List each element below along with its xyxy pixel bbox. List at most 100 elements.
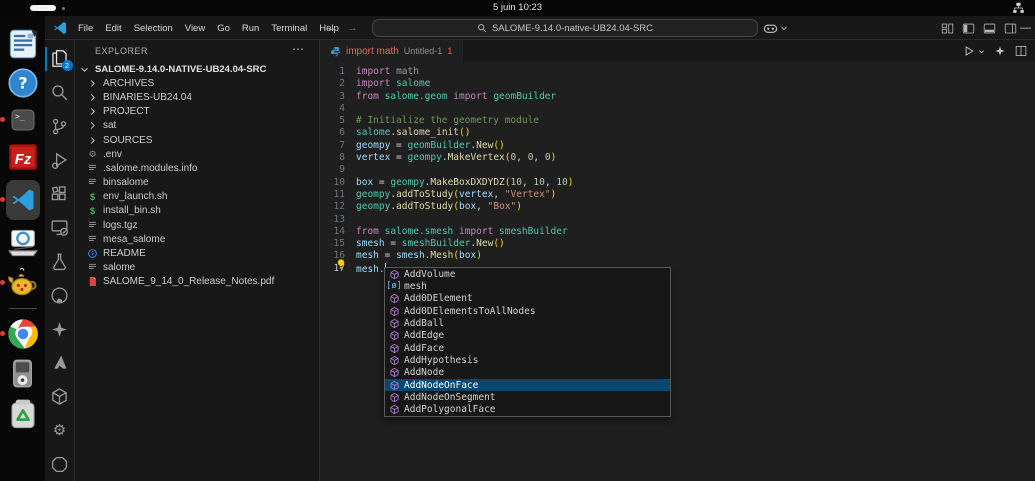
suggest-item-AddEdge[interactable]: AddEdge [385,330,670,342]
menu-selection[interactable]: Selection [128,20,179,37]
suggest-item-AddNode[interactable]: AddNode [385,367,670,379]
toggle-secondary-sidebar-icon[interactable] [1004,22,1017,35]
activity-azure-icon[interactable] [45,346,75,380]
tree-file-mesa_salome[interactable]: mesa_salome [75,232,319,246]
tab-untitled-1[interactable]: import math Untitled-1 1 [320,40,464,62]
menu-go[interactable]: Go [211,20,236,37]
system-clock[interactable]: 5 juin 10:23 [0,2,1035,13]
tree-folder-BINARIES-UB24.04[interactable]: BINARIES-UB24.04 [75,90,319,104]
activity-explorer-icon[interactable]: 2 [44,42,75,76]
tree-file-binsalome[interactable]: binsalome [75,176,319,190]
dock-media-player-icon[interactable] [6,358,40,389]
suggest-item-AddNodeOnSegment[interactable]: AddNodeOnSegment [385,391,670,403]
dock-help-icon[interactable]: ? [6,67,40,99]
nav-forward-icon[interactable]: → [347,22,358,34]
copilot-menu[interactable] [763,19,788,37]
code-line-16[interactable]: 16 mesh = smesh.Mesh(box) [320,250,1035,262]
dock-terminal-icon[interactable]: >_ [0,106,40,134]
toggle-sidebar-icon[interactable] [962,22,975,35]
code-line-7[interactable]: 7 geompy = geomBuilder.New() [320,140,1035,152]
code-line-6[interactable]: 6 salome.salome_init() [320,127,1035,139]
code-line-5[interactable]: 5 # Initialize the geometry module [320,115,1035,127]
suggest-item-AddNodeOnFace[interactable]: AddNodeOnFace [385,378,670,392]
tab-bar: import math Untitled-1 1 [320,40,1035,62]
lightbulb-icon[interactable] [335,258,347,270]
suggest-item-AddFace[interactable]: AddFace [385,342,670,354]
activity-copilot-icon[interactable] [45,312,75,346]
dock-trash-icon[interactable] [6,396,40,430]
activity-source-control-icon[interactable] [45,110,75,144]
tree-folder-SOURCES[interactable]: SOURCES [75,133,319,147]
code-line-3[interactable]: 3 from salome.geom import geomBuilder [320,91,1035,103]
tree-file-README[interactable]: README [75,246,319,260]
run-python-icon[interactable] [963,45,975,57]
suggest-item-Add0DElement[interactable]: Add0DElement [385,293,670,305]
activity-testing-icon[interactable] [45,245,75,279]
nav-back-icon[interactable]: ← [327,22,338,34]
dock-libreoffice-writer-icon[interactable] [6,28,40,60]
explorer-title: EXPLORER [95,46,149,56]
code-line-2[interactable]: 2 import salome [320,78,1035,90]
window-minimize-button[interactable]: — [1020,16,1031,40]
code-line-14[interactable]: 14 from salome.smesh import smeshBuilder [320,226,1035,238]
code-line-10[interactable]: 10 box = geompy.MakeBoxDXDYDZ(10, 10, 10) [320,177,1035,189]
tree-folder-sat[interactable]: sat [75,119,319,133]
code-line-13[interactable]: 13 [320,214,1035,226]
code-line-1[interactable]: 1 import math [320,66,1035,78]
activity-octagon-icon[interactable] [45,447,75,481]
suggest-item-AddHypothesis[interactable]: AddHypothesis [385,354,670,366]
menu-view[interactable]: View [179,20,211,37]
tree-file-env_launch.sh[interactable]: $ env_launch.sh [75,190,319,204]
tree-file-SALOME_9_14_0_Release_Notes.pdf[interactable]: SALOME_9_14_0_Release_Notes.pdf [75,275,319,289]
split-editor-icon[interactable] [1015,45,1027,57]
activity-gear-icon[interactable]: ⚙ [45,413,75,447]
dock-filezilla-icon[interactable]: Fz [6,141,40,173]
dock-cad-viewer-icon[interactable] [6,227,40,259]
activity-cube-icon[interactable] [45,380,75,414]
explorer-sidebar: EXPLORER ⋯ SALOME-9.14.0-NATIVE-UB24.04-… [75,40,320,481]
toggle-panel-icon[interactable] [983,22,996,35]
tree-folder-ARCHIVES[interactable]: ARCHIVES [75,76,319,90]
menu-terminal[interactable]: Terminal [265,20,313,37]
code-line-15[interactable]: 15 smesh = smeshBuilder.New() [320,238,1035,250]
suggest-label: AddNodeOnSegment [404,391,496,403]
activity-remote-explorer-icon[interactable] [45,211,75,245]
dock-teapot-app-icon[interactable] [0,266,40,299]
tree-file-install_bin.sh[interactable]: $ install_bin.sh [75,204,319,218]
code-line-11[interactable]: 11 geompy.addToStudy(vertex, "Vertex") [320,189,1035,201]
suggest-item-mesh[interactable]: [ø] mesh [385,280,670,292]
activity-search-icon[interactable] [45,76,75,110]
dock-chrome-icon[interactable] [0,317,40,351]
shell-file-icon: $ [89,191,95,202]
suggest-item-AddVolume[interactable]: AddVolume [385,268,670,280]
suggest-item-Add0DElementsToAllNodes[interactable]: Add0DElementsToAllNodes [385,305,670,317]
tree-file-salome[interactable]: salome [75,261,319,275]
activity-run-debug-icon[interactable] [45,143,75,177]
tree-item-label: sat [103,120,117,132]
code-line-9[interactable]: 9 [320,164,1035,176]
method-icon [388,293,400,305]
menu-run[interactable]: Run [236,20,265,37]
tree-file-logs.tgz[interactable]: logs.tgz [75,218,319,232]
code-line-4[interactable]: 4 [320,103,1035,115]
tree-file-.env[interactable]: ⚙ .env [75,147,319,161]
sparkle-icon[interactable] [994,45,1006,57]
customize-layout-icon[interactable] [941,22,954,35]
run-dropdown-chevron-icon[interactable] [978,48,985,55]
suggest-item-AddBall[interactable]: AddBall [385,317,670,329]
command-center-search[interactable]: SALOME-9.14.0-native-UB24.04-SRC [372,19,758,37]
more-actions-icon[interactable]: ⋯ [292,42,305,56]
code-line-12[interactable]: 12 geompy.addToStudy(box, "Box") [320,201,1035,213]
dock-vscode-icon[interactable] [0,180,40,220]
tree-root-folder[interactable]: SALOME-9.14.0-NATIVE-UB24.04-SRC [75,62,319,76]
activity-github-icon[interactable] [45,278,75,312]
code-line-8[interactable]: 8 vertex = geompy.MakeVertex(0, 0, 0) [320,152,1035,164]
menu-file[interactable]: File [72,20,99,37]
menu-edit[interactable]: Edit [99,20,127,37]
tree-file-.salome.modules.info[interactable]: .salome.modules.info [75,161,319,175]
activity-extensions-icon[interactable] [45,177,75,211]
tree-folder-PROJECT[interactable]: PROJECT [75,105,319,119]
suggest-item-AddPolygonalFace[interactable]: AddPolygonalFace [385,404,670,416]
network-icon[interactable] [1012,2,1025,14]
line-content: import salome [356,78,431,90]
